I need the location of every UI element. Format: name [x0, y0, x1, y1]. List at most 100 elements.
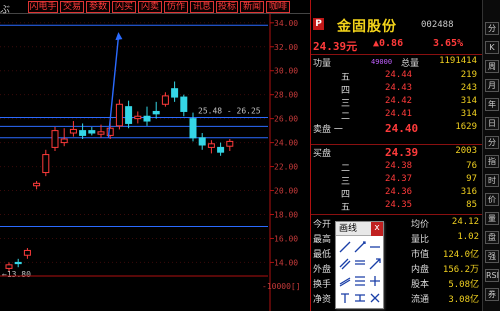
order-level: 四	[341, 190, 351, 200]
toolbar-button[interactable]: 仿作	[164, 1, 188, 13]
buy-order-row[interactable]: 五 24.35 85	[311, 200, 482, 213]
stat-label: 最高	[313, 235, 332, 245]
stat-label: 内盘	[411, 265, 430, 275]
trend-arrow-head	[115, 32, 123, 41]
toolbar-button[interactable]: 闪买	[112, 1, 136, 13]
arrow-tool[interactable]	[368, 256, 382, 270]
order-level: 三	[341, 99, 351, 109]
parallel-line-icon	[339, 258, 351, 270]
toolbar-button[interactable]: 投标	[216, 1, 238, 13]
side-toolbar-button[interactable]: 时	[485, 174, 499, 187]
buy-order-row[interactable]: 四 24.36 316	[311, 187, 482, 200]
current-price: 24.39元	[313, 40, 358, 53]
channel-tool[interactable]	[338, 273, 352, 287]
side-toolbar-button[interactable]: RSI	[485, 269, 499, 282]
candle-body	[97, 131, 105, 135]
side-toolbar-button[interactable]: 盘	[485, 231, 499, 244]
sell-order-row[interactable]: 卖盘 一 24.40 1629	[311, 122, 482, 137]
side-toolbar-button[interactable]: 周	[485, 60, 499, 73]
order-price: 24.41	[385, 109, 413, 119]
text-tool[interactable]	[338, 290, 352, 304]
y-tick-label: 16.00	[274, 234, 298, 243]
toolbar-button[interactable]: 闪卖	[138, 1, 162, 13]
stat-value: 3.08亿	[448, 295, 479, 305]
side-toolbar-button[interactable]: 月	[485, 79, 499, 92]
toolbar-button[interactable]: 咖啡	[266, 1, 290, 13]
buy-order-row[interactable]: 三 24.37 97	[311, 174, 482, 187]
sell-order-row[interactable]: 三 24.42 314	[311, 96, 482, 109]
ray-tool[interactable]	[353, 239, 367, 253]
side-toolbar-button[interactable]: K	[485, 41, 499, 54]
low-price-marker: ←13.80	[2, 270, 31, 279]
order-level: 二	[341, 112, 351, 122]
sell-order-row[interactable]: 二 24.41 314	[311, 109, 482, 122]
sell-order-row[interactable]: 五 24.44 219	[311, 70, 482, 83]
stat-label: 今开	[313, 220, 332, 230]
y-tick-label: 26.00	[274, 115, 298, 124]
toolbar-button[interactable]: 讯息	[190, 1, 214, 13]
palette-close-button[interactable]: x	[371, 222, 383, 236]
price-annotation: 25.48 - 26.25	[198, 106, 261, 115]
side-toolbar-button[interactable]: 日	[485, 117, 499, 130]
erase-tool[interactable]	[368, 290, 382, 304]
toolbar-button[interactable]: 闪电手	[28, 1, 58, 13]
order-level: 买盘	[313, 149, 332, 159]
side-toolbar-button[interactable]: 分	[485, 136, 499, 149]
order-volume: 314	[460, 109, 477, 119]
candle-body	[69, 128, 77, 134]
y-tick-label: 18.00	[274, 210, 298, 219]
parallel-line-tool[interactable]	[338, 256, 352, 270]
stat-value: 24.12	[451, 217, 479, 227]
stat-label: 流通	[411, 295, 430, 305]
drawing-tools-palette[interactable]: 画线 x	[335, 221, 384, 309]
sell-order-row[interactable]: 四 24.43 243	[311, 83, 482, 96]
side-toolbar-button[interactable]: 量	[485, 212, 499, 225]
candle-body	[180, 96, 188, 112]
candlestick-chart[interactable]: 34.00 32.00 30.00 28.00 26.00 24.00 22.00 20.00…	[0, 14, 310, 311]
order-volume: 1629	[455, 122, 477, 132]
side-toolbar-button[interactable]: 指	[485, 155, 499, 168]
stock-name: 金固股份	[337, 19, 397, 35]
buy-order-row[interactable]: 买盘 24.39 2003	[311, 146, 482, 161]
side-toolbar-button[interactable]: 年	[485, 98, 499, 111]
order-price: 24.35	[385, 200, 413, 210]
side-toolbar: 分 K 周月年日分指时价量盘强 RSI 券	[482, 0, 500, 311]
chart-canvas[interactable]: 34.00 32.00 30.00 28.00 26.00 24.00 22.00 20.00…	[0, 14, 310, 311]
side-toolbar-button[interactable]: 分	[485, 22, 499, 35]
qty-value: 49000	[371, 58, 393, 66]
candle-body	[42, 154, 50, 174]
candle-body	[189, 118, 197, 139]
level-tool[interactable]	[353, 290, 367, 304]
stat-label: 换手	[313, 280, 332, 290]
buy-order-row[interactable]: 二 24.38 76	[311, 161, 482, 174]
toolbar-button[interactable]: 交易	[60, 1, 84, 13]
toolbar-button[interactable]: 参数	[86, 1, 110, 13]
segment-tool[interactable]	[368, 239, 382, 253]
order-volume: 314	[460, 96, 477, 106]
y-tick-label: 14.00	[274, 258, 298, 267]
side-toolbar-button[interactable]: 价	[485, 193, 499, 206]
y-tick-label: 32.00	[274, 43, 298, 52]
stock-code: 002488	[421, 20, 454, 30]
total-value: 1191414	[439, 56, 477, 66]
side-toolbar-button[interactable]: 强	[485, 250, 499, 263]
side-toolbar-button[interactable]: 券	[485, 288, 499, 301]
order-volume: 85	[466, 200, 477, 210]
segment-icon	[370, 246, 380, 248]
stat-value: 156.2万	[442, 265, 479, 275]
horizontal-line-tool[interactable]	[353, 256, 367, 270]
candle-body	[198, 137, 206, 146]
order-level: 五	[341, 73, 351, 83]
order-volume: 97	[466, 174, 477, 184]
diagonal-line-tool[interactable]	[338, 239, 352, 253]
fibonacci-tool[interactable]	[353, 273, 367, 287]
order-volume: 243	[460, 83, 477, 93]
stat-label: 外盘	[313, 265, 332, 275]
candle-body	[161, 95, 169, 105]
cross-tool[interactable]	[368, 273, 382, 287]
price-change: ▲0.86	[373, 38, 404, 49]
candle-body	[88, 130, 96, 134]
toolbar-button[interactable]: 新闻	[240, 1, 264, 13]
ray-icon	[354, 241, 366, 253]
order-price: 24.36	[385, 187, 413, 197]
